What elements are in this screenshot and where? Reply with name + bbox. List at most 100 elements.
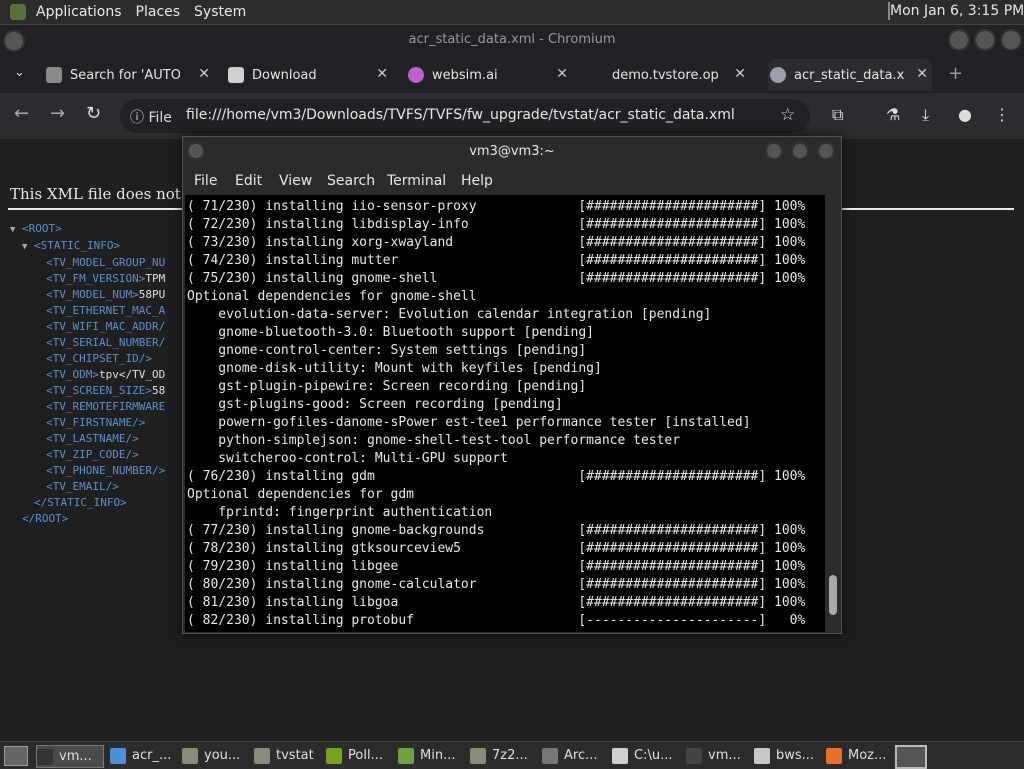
- terminal-maximize-button[interactable]: [791, 142, 809, 160]
- places-menu[interactable]: Places: [136, 4, 181, 20]
- terminal-menu-view[interactable]: View: [279, 173, 312, 189]
- xml-tag: <TV_REMOTEFIRMWARE: [46, 400, 166, 413]
- url-text[interactable]: file:///home/vm3/Downloads/TVFS/TVFS/fw_…: [186, 107, 735, 123]
- applications-menu[interactable]: Applications: [36, 4, 122, 20]
- taskbar-item[interactable]: you...: [182, 745, 248, 766]
- xml-value: TPM: [145, 272, 166, 285]
- xml-tag: <TV_SCREEN_SIZE>: [46, 384, 152, 397]
- terminal-line: ( 82/230) installing protobuf [---------…: [187, 613, 806, 628]
- terminal-scroll-thumb[interactable]: [829, 575, 837, 615]
- xml-line: <TV_SERIAL_NUMBER/: [10, 335, 165, 351]
- tab-websim[interactable]: websim.ai ✕: [408, 59, 572, 91]
- minimize-button[interactable]: [948, 29, 970, 51]
- tab-demo-tvstore[interactable]: demo.tvstore.oper ✕: [588, 59, 750, 91]
- terminal-minimize-button[interactable]: [765, 142, 783, 160]
- terminal-menu-terminal[interactable]: Terminal: [387, 173, 446, 189]
- terminal-line: python-simplejson: gnome-shell-test-tool…: [187, 433, 681, 448]
- taskbar-item[interactable]: Moz...: [826, 745, 892, 766]
- editor-icon: [754, 747, 770, 764]
- show-desktop-button[interactable]: [4, 746, 28, 766]
- terminal-menu-help[interactable]: Help: [461, 173, 493, 189]
- taskbar-item[interactable]: vm...: [686, 745, 748, 766]
- taskbar-item[interactable]: C:\u...: [612, 745, 680, 766]
- taskbar-item[interactable]: 7z2...: [470, 745, 536, 766]
- extensions-icon[interactable]: ⧉: [832, 105, 843, 125]
- folder-icon: [470, 747, 486, 764]
- xml-line: <TV_FIRSTNAME/>: [10, 415, 165, 431]
- collapse-triangle-icon[interactable]: ▼: [22, 239, 34, 255]
- tab-acr-static-data[interactable]: acr_static_data.xm ✕: [768, 59, 932, 91]
- site-info-button[interactable]: ⓘ File: [130, 107, 172, 127]
- terminal-line: gnome-disk-utility: Mount with keyfiles …: [187, 361, 602, 376]
- taskbar-item-label: tvstat: [276, 748, 314, 763]
- taskbar-item[interactable]: acr_...: [110, 745, 176, 766]
- taskbar-item[interactable]: bws...: [754, 745, 820, 766]
- xml-line: <TV_REMOTEFIRMWARE: [10, 399, 165, 415]
- clock[interactable]: Mon Jan 6, 3:15 PM: [890, 3, 1024, 19]
- workspace-switcher[interactable]: [895, 745, 927, 769]
- new-tab-plus-icon[interactable]: +: [948, 63, 963, 84]
- taskbar-item[interactable]: vm...: [36, 745, 104, 768]
- terminal-line: gst-plugins-good: Screen recording [pend…: [187, 397, 563, 412]
- close-icon[interactable]: ✕: [556, 66, 568, 82]
- archive-icon: [542, 747, 558, 764]
- terminal-line: ( 78/230) installing gtksourceview5 [###…: [187, 541, 806, 556]
- taskbar-item[interactable]: Arc...: [542, 745, 608, 766]
- terminal-window-menu-button[interactable]: [187, 142, 205, 160]
- poll-icon: [326, 747, 342, 764]
- close-icon[interactable]: ✕: [916, 66, 928, 82]
- cube-icon: [398, 747, 414, 764]
- taskbar-item[interactable]: Min...: [398, 745, 464, 766]
- terminal-menu-file[interactable]: File: [194, 173, 217, 189]
- menu-kebab-icon[interactable]: ⋮: [994, 105, 1010, 124]
- tab-download[interactable]: Download ✕: [228, 59, 392, 91]
- gnome-foot-icon[interactable]: [10, 4, 26, 20]
- taskbar-item[interactable]: tvstat: [254, 745, 320, 766]
- xml-tree: ▼ <ROOT> ▼ <STATIC_INFO> <TV_MODEL_GROUP_NU <…: [10, 221, 165, 527]
- taskbar-item-label: C:\u...: [634, 748, 673, 763]
- system-menu[interactable]: System: [194, 4, 246, 20]
- xml-value: 58PU: [138, 288, 166, 301]
- terminal-menu-edit[interactable]: Edit: [235, 173, 262, 189]
- terminal-scrollbar[interactable]: [826, 195, 839, 629]
- bookmark-star-icon[interactable]: ☆: [780, 105, 795, 125]
- terminal-line: fprintd: fingerprint authentication: [187, 505, 493, 520]
- terminal-screen[interactable]: ( 71/230) installing iio-sensor-proxy [#…: [185, 195, 825, 632]
- tab-search-chevron-icon[interactable]: ⌄: [14, 65, 25, 80]
- reload-icon[interactable]: ↻: [86, 103, 101, 124]
- maximize-button[interactable]: [974, 29, 996, 51]
- taskbar-item-label: Poll...: [348, 748, 383, 763]
- xml-tag: <TV_ZIP_CODE/>: [46, 448, 139, 461]
- terminal-menu-search[interactable]: Search: [327, 173, 375, 189]
- taskbar-item-label: Min...: [420, 748, 456, 763]
- forward-arrow-icon[interactable]: →: [50, 103, 65, 124]
- collapse-triangle-icon[interactable]: ▼: [10, 222, 22, 238]
- download-icon[interactable]: ⤓: [922, 105, 929, 125]
- terminal-close-button[interactable]: [817, 142, 835, 160]
- close-icon[interactable]: ✕: [734, 66, 746, 82]
- xml-tag: <TV_WIFI_MAC_ADDR/: [46, 320, 166, 333]
- xml-tag: <TV_CHIPSET_ID/>: [46, 352, 152, 365]
- taskbar-item-label: 7z2...: [492, 748, 528, 763]
- address-toolbar: ← → ↻ ⓘ File file:///home/vm3/Downloads/…: [0, 93, 1024, 139]
- close-button[interactable]: [1000, 29, 1022, 51]
- xml-value: tpv</TV_OD: [98, 368, 166, 381]
- xml-tag: <TV_MODEL_GROUP_NU: [46, 256, 166, 269]
- omnibox[interactable]: ⓘ File file:///home/vm3/Downloads/TVFS/T…: [120, 99, 810, 133]
- terminal-line: ( 71/230) installing iio-sensor-proxy [#…: [187, 199, 806, 214]
- tab-label: Download: [252, 67, 317, 83]
- terminal-icon: [37, 748, 53, 765]
- labs-flask-icon[interactable]: ⚗: [886, 105, 900, 124]
- terminal-line: ( 76/230) installing gdm [##############…: [187, 469, 806, 484]
- close-icon[interactable]: ✕: [376, 66, 388, 82]
- xml-line: <TV_ZIP_CODE/>: [10, 447, 165, 463]
- xml-tag: <TV_FIRSTNAME/>: [46, 416, 146, 429]
- back-arrow-icon[interactable]: ←: [14, 103, 29, 124]
- taskbar-item[interactable]: Poll...: [326, 745, 392, 766]
- xml-tag: </STATIC_INFO>: [34, 496, 127, 509]
- taskbar-item-label: vm...: [59, 749, 92, 764]
- close-icon[interactable]: ✕: [198, 66, 210, 82]
- window-menu-button[interactable]: [3, 30, 25, 52]
- profile-icon[interactable]: ●: [958, 105, 972, 124]
- tab-search[interactable]: Search for 'AUTOP ✕: [46, 59, 214, 91]
